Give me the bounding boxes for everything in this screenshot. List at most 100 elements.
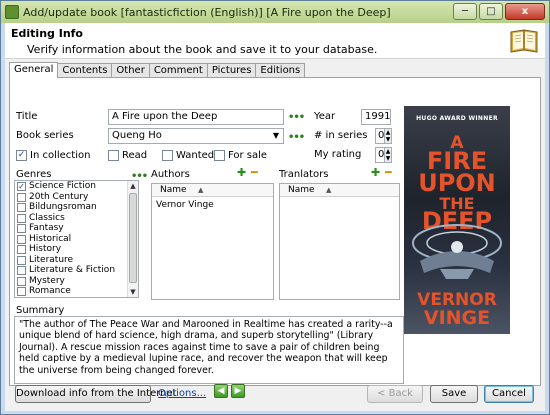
genre-item[interactable]: Fantasy bbox=[15, 223, 138, 234]
genre-item[interactable]: History bbox=[15, 244, 138, 255]
authors-label: Authors bbox=[151, 169, 190, 180]
tab-pictures[interactable]: Pictures bbox=[206, 63, 257, 78]
cancel-button[interactable]: Cancel bbox=[484, 385, 534, 403]
tab-other[interactable]: Other bbox=[111, 63, 150, 78]
add-author-icon[interactable]: ✚ bbox=[237, 167, 246, 178]
book-cover-image[interactable]: HUGO AWARD WINNER A FIRE UPON THE DEEP V… bbox=[404, 106, 510, 334]
options-link[interactable]: Options... bbox=[158, 388, 206, 399]
authors-list[interactable]: Name ▲ Vernor Vinge bbox=[151, 183, 274, 300]
genre-item[interactable]: Bildungsroman bbox=[15, 202, 138, 213]
genre-item[interactable]: Historical bbox=[15, 234, 138, 245]
for-sale-checkbox[interactable] bbox=[214, 150, 225, 161]
dialog-window: Add/update book [fantasticfiction (Engli… bbox=[0, 0, 550, 415]
genre-checkbox[interactable]: ✓ bbox=[17, 182, 26, 191]
genre-checkbox[interactable] bbox=[17, 298, 26, 299]
authors-name-column-label: Name bbox=[160, 185, 187, 195]
translators-label: Tranlators bbox=[279, 169, 329, 180]
wanted-checkbox[interactable] bbox=[162, 150, 173, 161]
header-banner: Editing Info Verify information about th… bbox=[5, 23, 545, 59]
author-row[interactable]: Vernor Vinge bbox=[156, 200, 214, 210]
genre-checkbox[interactable] bbox=[17, 255, 26, 265]
book-series-combo[interactable]: Queng Ho ▼ bbox=[108, 128, 284, 144]
window-title: Add/update book [fantasticfiction (Engli… bbox=[23, 5, 391, 19]
previous-arrow-icon[interactable]: ◀ bbox=[214, 384, 228, 398]
translators-name-column-label: Name bbox=[288, 185, 315, 195]
genre-label: Literature bbox=[29, 254, 74, 265]
genre-checkbox[interactable] bbox=[17, 266, 26, 275]
maximize-button[interactable]: □ bbox=[479, 3, 503, 20]
genre-label: Romance bbox=[29, 286, 71, 296]
genre-label: Mystery bbox=[29, 275, 65, 286]
remove-translator-icon[interactable]: ━ bbox=[385, 167, 392, 178]
header-title: Editing Info bbox=[11, 27, 83, 40]
genre-item[interactable]: 20th Century bbox=[15, 192, 138, 203]
book-series-label: Book series bbox=[16, 130, 74, 141]
scroll-down-icon[interactable]: ▼ bbox=[128, 287, 138, 297]
remove-author-icon[interactable]: ━ bbox=[251, 167, 258, 178]
tab-contents[interactable]: Contents bbox=[57, 63, 113, 78]
wanted-label: Wanted bbox=[176, 150, 215, 161]
genre-item[interactable]: Classics bbox=[15, 213, 138, 224]
in-series-label: # in series bbox=[314, 130, 368, 141]
genre-item[interactable]: Thriller bbox=[15, 297, 138, 299]
translators-list[interactable]: Name ▲ bbox=[279, 183, 400, 300]
genre-checkbox[interactable] bbox=[17, 234, 26, 244]
genre-checkbox[interactable] bbox=[17, 224, 26, 233]
book-series-more-button[interactable]: ••• bbox=[288, 132, 305, 143]
genre-item[interactable]: Romance bbox=[15, 286, 138, 297]
app-icon bbox=[5, 5, 19, 19]
title-input[interactable]: A Fire upon the Deep bbox=[108, 109, 284, 125]
genres-scrollbar[interactable]: ▲ ▼ bbox=[127, 181, 138, 297]
cover-title-line: UPON bbox=[418, 169, 496, 197]
cover-award-text: HUGO AWARD WINNER bbox=[416, 115, 498, 122]
in-collection-checkbox[interactable]: ✓ bbox=[16, 150, 27, 161]
genre-item[interactable]: Mystery bbox=[15, 276, 138, 287]
general-tab-panel: Title A Fire upon the Deep ••• Book seri… bbox=[9, 77, 541, 386]
scroll-thumb[interactable] bbox=[129, 193, 137, 283]
genres-items: ✓ Science Fiction 20th Century Bildungsroma… bbox=[15, 181, 138, 299]
year-input[interactable]: 1991 bbox=[361, 109, 391, 125]
genre-label: Fantasy bbox=[29, 223, 64, 233]
save-button[interactable]: Save bbox=[430, 385, 478, 403]
next-arrow-icon[interactable]: ▶ bbox=[231, 384, 245, 398]
read-label: Read bbox=[122, 150, 148, 161]
header-subtitle: Verify information about the book and sa… bbox=[27, 43, 378, 56]
genre-label: Literature & Fiction bbox=[29, 265, 116, 275]
summary-label: Summary bbox=[16, 305, 65, 316]
genre-item[interactable]: ✓ Science Fiction bbox=[15, 181, 138, 192]
chevron-down-icon[interactable]: ▼ bbox=[270, 130, 282, 142]
tab-general[interactable]: General bbox=[9, 62, 59, 78]
authors-name-column-header[interactable]: Name ▲ bbox=[152, 184, 273, 197]
sort-ascending-icon: ▲ bbox=[326, 186, 332, 194]
add-translator-icon[interactable]: ✚ bbox=[371, 167, 380, 178]
title-bar[interactable]: Add/update book [fantasticfiction (Engli… bbox=[1, 1, 549, 23]
translators-name-column-header[interactable]: Name ▲ bbox=[280, 184, 399, 197]
genre-label: Thriller bbox=[29, 297, 61, 298]
tab-editions[interactable]: Editions bbox=[255, 63, 306, 78]
genre-checkbox[interactable] bbox=[17, 287, 26, 296]
title-more-button[interactable]: ••• bbox=[288, 112, 305, 123]
sort-ascending-icon: ▲ bbox=[198, 186, 204, 194]
window-controls: ─ □ x bbox=[453, 3, 545, 20]
genre-checkbox[interactable] bbox=[17, 276, 26, 286]
tab-comment[interactable]: Comment bbox=[148, 63, 208, 78]
close-button[interactable]: x bbox=[505, 3, 545, 20]
summary-textarea[interactable]: "The author of The Peace War and Maroone… bbox=[14, 316, 404, 384]
genre-checkbox[interactable] bbox=[17, 213, 26, 223]
genre-checkbox[interactable] bbox=[17, 192, 26, 202]
genre-label: Science Fiction bbox=[29, 181, 96, 191]
scroll-up-icon[interactable]: ▲ bbox=[128, 181, 138, 191]
minimize-button[interactable]: ─ bbox=[453, 3, 477, 20]
in-series-spinner[interactable]: ▲ ▼ bbox=[384, 128, 392, 144]
read-checkbox[interactable] bbox=[108, 150, 119, 161]
download-info-button[interactable]: Download info from the Internet bbox=[15, 385, 177, 403]
genres-list[interactable]: ✓ Science Fiction 20th Century Bildungsroma… bbox=[14, 180, 139, 298]
my-rating-spinner[interactable]: ▲ ▼ bbox=[384, 147, 392, 163]
back-button[interactable]: < Back bbox=[367, 385, 423, 403]
genre-item[interactable]: Literature & Fiction bbox=[15, 265, 138, 276]
genre-checkbox[interactable] bbox=[17, 245, 26, 254]
my-rating-label: My rating bbox=[314, 149, 362, 160]
genre-item[interactable]: Literature bbox=[15, 255, 138, 266]
genre-label: 20th Century bbox=[29, 191, 89, 202]
genre-checkbox[interactable] bbox=[17, 203, 26, 212]
